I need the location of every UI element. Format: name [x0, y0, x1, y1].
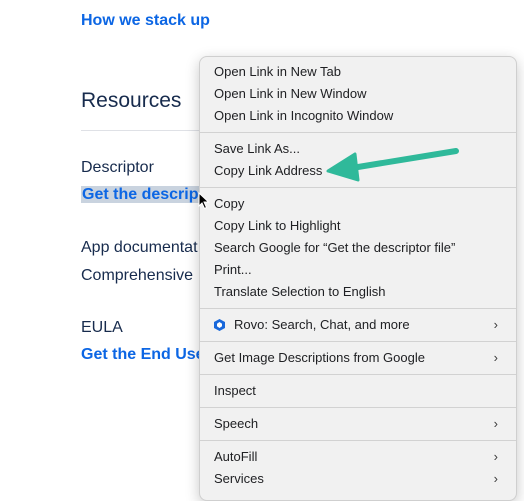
menu-inspect[interactable]: Inspect [200, 380, 516, 402]
menu-copy[interactable]: Copy [200, 193, 516, 215]
menu-autofill[interactable]: AutoFill › [200, 446, 516, 468]
menu-search-google[interactable]: Search Google for “Get the descriptor fi… [200, 237, 516, 259]
chevron-right-icon: › [493, 350, 498, 365]
descriptor-label: Descriptor [81, 159, 154, 176]
menu-rovo-label: Rovo: Search, Chat, and more [234, 317, 410, 332]
mouse-pointer-icon [198, 192, 210, 210]
menu-separator [200, 440, 516, 441]
arrow-icon [326, 148, 459, 182]
menu-services[interactable]: Services › [200, 468, 516, 490]
menu-open-new-tab[interactable]: Open Link in New Tab [200, 61, 516, 83]
menu-translate[interactable]: Translate Selection to English [200, 281, 516, 303]
chevron-right-icon: › [493, 471, 498, 486]
menu-open-incognito[interactable]: Open Link in Incognito Window [200, 105, 516, 127]
menu-separator [200, 374, 516, 375]
menu-separator [200, 132, 516, 133]
chevron-right-icon: › [493, 416, 498, 431]
descriptor-link[interactable]: Get the descrip [81, 186, 200, 204]
menu-separator [200, 308, 516, 309]
menu-rovo[interactable]: Rovo: Search, Chat, and more › [200, 314, 516, 336]
menu-copy-link-highlight[interactable]: Copy Link to Highlight [200, 215, 516, 237]
menu-separator [200, 341, 516, 342]
resources-heading: Resources [81, 89, 182, 112]
menu-image-descriptions-label: Get Image Descriptions from Google [214, 350, 425, 365]
eula-link[interactable]: Get the End Use [81, 346, 205, 364]
chevron-right-icon: › [493, 449, 498, 464]
menu-services-label: Services [214, 471, 264, 486]
descriptor-link-text: Get the descrip [81, 186, 200, 203]
chevron-right-icon: › [493, 317, 498, 332]
menu-separator [200, 187, 516, 188]
how-we-stack-up-link[interactable]: How we stack up [81, 12, 210, 30]
menu-autofill-label: AutoFill [214, 449, 258, 464]
menu-print[interactable]: Print... [200, 259, 516, 281]
eula-label: EULA [81, 319, 123, 336]
menu-speech-label: Speech [214, 416, 259, 431]
rovo-icon [214, 319, 225, 331]
app-documentation-label: App documentat [81, 239, 198, 256]
menu-open-new-window[interactable]: Open Link in New Window [200, 83, 516, 105]
app-documentation-text: Comprehensive [81, 267, 194, 284]
menu-speech[interactable]: Speech › [200, 413, 516, 435]
menu-image-descriptions[interactable]: Get Image Descriptions from Google › [200, 347, 516, 369]
menu-separator [200, 407, 516, 408]
context-menu: Open Link in New Tab Open Link in New Wi… [199, 56, 517, 501]
